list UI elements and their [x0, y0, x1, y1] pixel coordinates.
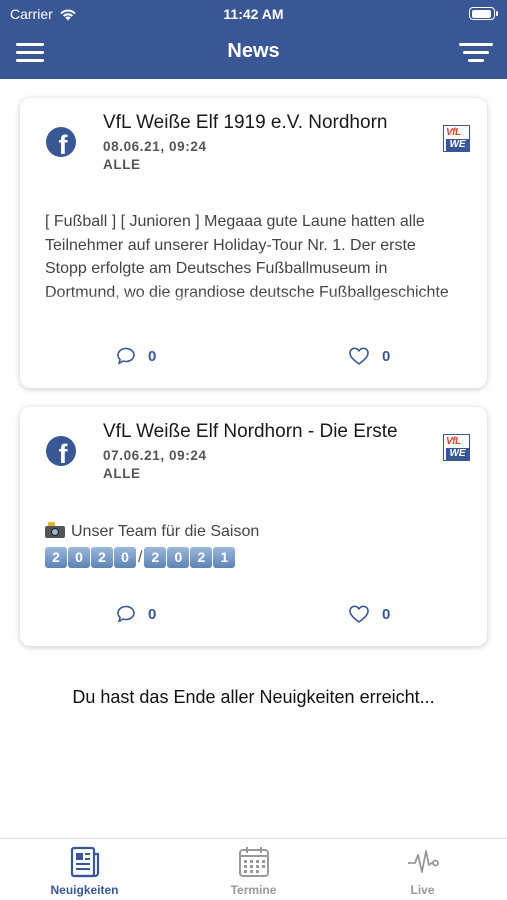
- comment-count: 0: [148, 605, 157, 623]
- heart-icon: [349, 605, 369, 623]
- comment-button[interactable]: 0: [116, 346, 156, 366]
- battery-icon: [469, 7, 498, 20]
- post-actions: 0 0: [20, 604, 487, 628]
- camera-flash-icon: [45, 522, 65, 538]
- post-actions: 0 0: [20, 346, 487, 370]
- tab-label: Live: [410, 883, 435, 897]
- status-time: 11:42 AM: [223, 6, 284, 22]
- season-digits: 2 0 2 0 / 2 0 2 1: [45, 546, 457, 570]
- calendar-icon: [238, 847, 269, 877]
- post-text-line: Unser Team für die Saison: [71, 523, 260, 540]
- keycap-digit: 2: [190, 546, 213, 568]
- post-title: VfL Weiße Elf Nordhorn - Die Erste: [103, 421, 398, 442]
- keycap-digit: 2: [91, 546, 113, 568]
- like-button[interactable]: 0: [348, 604, 390, 624]
- heart-icon: [349, 347, 369, 365]
- comment-icon: [117, 347, 135, 365]
- club-logo-icon: VfL WE: [443, 125, 470, 152]
- keycap-digit: 0: [68, 546, 90, 568]
- tab-label: Termine: [230, 883, 277, 897]
- newspaper-icon: [70, 846, 99, 878]
- keycap-digit: 1: [213, 546, 236, 568]
- heartbeat-icon: [407, 850, 439, 873]
- post-title: VfL Weiße Elf 1919 e.V. Nordhorn: [103, 112, 388, 133]
- post-date: 08.06.21, 09:24: [103, 139, 207, 154]
- tab-bar: Neuigkeiten Termine Live: [0, 838, 507, 900]
- keycap-digit: 2: [45, 546, 67, 568]
- news-card[interactable]: f VfL Weiße Elf 1919 e.V. Nordhorn 08.06…: [20, 98, 487, 388]
- tab-live[interactable]: Live: [338, 839, 507, 900]
- tab-events[interactable]: Termine: [169, 839, 338, 900]
- tab-label: Neuigkeiten: [50, 883, 119, 897]
- keycap-digit: 0: [167, 546, 190, 568]
- comment-button[interactable]: 0: [116, 604, 156, 624]
- top-bar: Carrier 11:42 AM News: [0, 0, 507, 79]
- keycap-digit: 0: [114, 546, 136, 568]
- filter-button[interactable]: [459, 40, 493, 64]
- post-audience: ALLE: [103, 157, 141, 172]
- like-count: 0: [382, 605, 391, 623]
- club-logo-icon: VfL WE: [443, 434, 470, 461]
- facebook-icon: f: [46, 127, 76, 157]
- news-card[interactable]: f VfL Weiße Elf Nordhorn - Die Erste 07.…: [20, 407, 487, 646]
- comment-icon: [117, 605, 135, 623]
- keycap-digit: 2: [144, 546, 167, 568]
- page-title: News: [227, 40, 280, 62]
- like-button[interactable]: 0: [348, 346, 390, 366]
- season-separator: /: [138, 548, 143, 566]
- nav-bar: News: [0, 30, 507, 76]
- post-date: 07.06.21, 09:24: [103, 448, 207, 463]
- status-bar: Carrier 11:42 AM: [0, 0, 507, 28]
- post-text: Unser Team für die Saison 2 0 2 0 / 2 0 …: [45, 520, 457, 570]
- end-of-feed-message: Du hast das Ende aller Neuigkeiten errei…: [72, 687, 435, 707]
- comment-count: 0: [148, 347, 157, 365]
- post-text: [ Fußball ] [ Junioren ] Megaaa gute Lau…: [45, 210, 457, 307]
- facebook-icon: f: [46, 436, 76, 466]
- post-audience: ALLE: [103, 466, 141, 481]
- tab-news[interactable]: Neuigkeiten: [0, 839, 169, 900]
- like-count: 0: [382, 347, 391, 365]
